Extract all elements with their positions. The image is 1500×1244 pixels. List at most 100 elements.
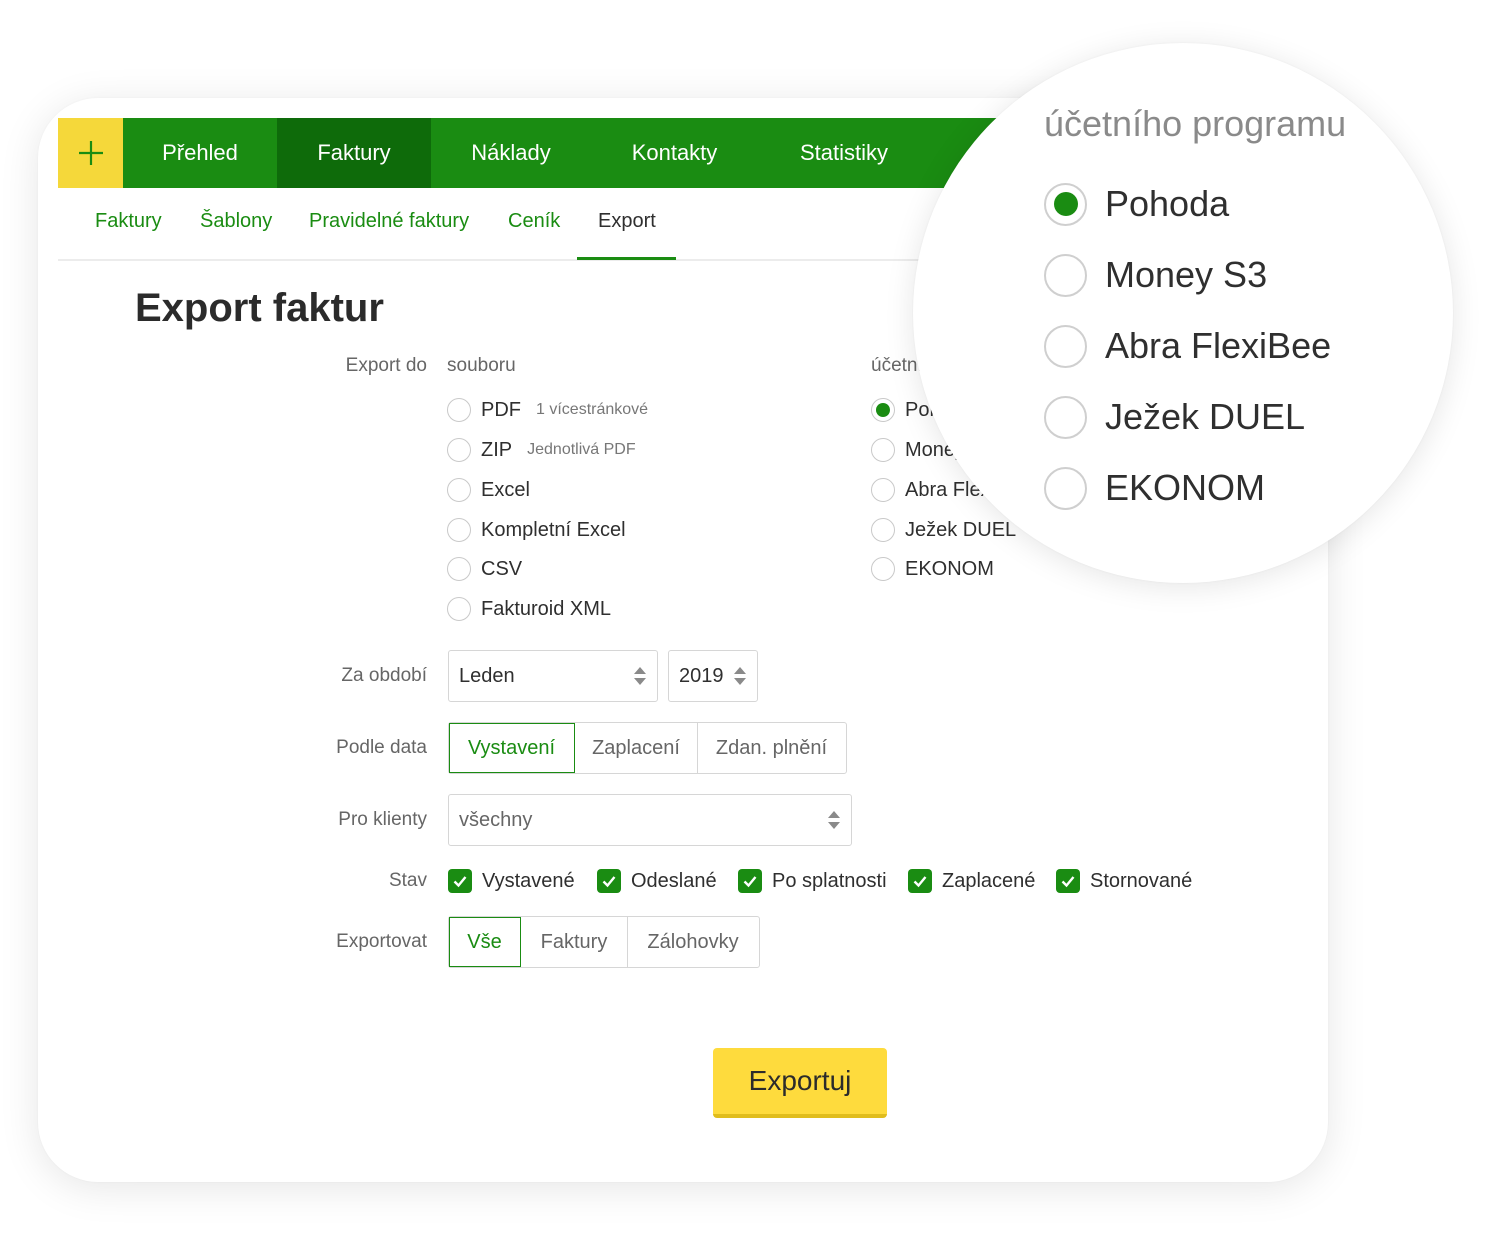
magnifier-heading: účetního programu bbox=[1044, 103, 1347, 144]
status-po-splatnosti[interactable]: Po splatnosti bbox=[738, 868, 887, 894]
magnifier-option-label: Pohoda bbox=[1105, 183, 1230, 224]
export-type-segmented: Vše Faktury Zálohovky bbox=[448, 916, 760, 968]
by-date-label: Podle data bbox=[336, 737, 427, 758]
select-arrows-icon bbox=[734, 667, 746, 685]
select-arrows-icon bbox=[634, 667, 646, 685]
clients-select[interactable]: všechny bbox=[448, 794, 852, 846]
file-option-zip[interactable]: ZIP Jednotlivá PDF bbox=[447, 437, 636, 463]
program-section-heading: účetního programu bbox=[871, 355, 921, 376]
status-vystavene[interactable]: Vystavené bbox=[448, 868, 575, 894]
status-zaplacene[interactable]: Zaplacené bbox=[908, 868, 1035, 894]
checkbox-odeslane[interactable] bbox=[597, 869, 621, 893]
magnifier-radio-pohoda[interactable] bbox=[1044, 182, 1087, 226]
nav-item-naklady[interactable]: Náklady bbox=[431, 118, 591, 188]
status-odeslane[interactable]: Odeslané bbox=[597, 868, 717, 894]
program-option-label: EKONOM bbox=[905, 557, 994, 580]
magnifier-option-abra-flexibee[interactable]: Abra FlexiBee bbox=[1044, 324, 1331, 368]
magnifier-radio-ekonom[interactable] bbox=[1044, 466, 1087, 510]
check-icon bbox=[453, 876, 467, 888]
file-option-kompletni-excel[interactable]: Kompletní Excel bbox=[447, 517, 626, 543]
program-option-ekonom[interactable]: EKONOM bbox=[871, 556, 994, 582]
subnav-faktury[interactable]: Faktury bbox=[95, 210, 162, 233]
nav-item-prehled[interactable]: Přehled bbox=[123, 118, 277, 188]
magnifier-option-label: Abra FlexiBee bbox=[1105, 325, 1332, 366]
magnifier-option-money-s3[interactable]: Money S3 bbox=[1044, 253, 1267, 297]
radio-jezek-duel[interactable] bbox=[871, 518, 895, 542]
by-date-zdan-plneni[interactable]: Zdan. plnění bbox=[698, 723, 845, 773]
file-option-label: PDF bbox=[481, 398, 521, 421]
select-arrows-icon bbox=[828, 811, 840, 829]
magnifier-radio-jezek-duel[interactable] bbox=[1044, 395, 1087, 439]
export-button[interactable]: Exportuj bbox=[713, 1048, 887, 1118]
radio-abra-flexibee[interactable] bbox=[871, 478, 895, 502]
magnifier-option-pohoda[interactable]: Pohoda bbox=[1044, 182, 1229, 226]
magnifier-option-label: Ježek DUEL bbox=[1105, 396, 1306, 437]
nav-item-statistiky[interactable]: Statistiky bbox=[758, 118, 930, 188]
magnifier-option-label: EKONOM bbox=[1105, 467, 1266, 508]
checkbox-stornovane[interactable] bbox=[1056, 869, 1080, 893]
subnav-pravidelne-faktury[interactable]: Pravidelné faktury bbox=[309, 210, 469, 233]
check-icon bbox=[1061, 876, 1075, 888]
export-to-label: Export do bbox=[345, 355, 427, 376]
month-select[interactable]: Leden bbox=[448, 650, 658, 702]
file-option-label: CSV bbox=[481, 557, 523, 580]
page-title: Export faktur bbox=[135, 286, 384, 330]
clients-select-value: všechny bbox=[459, 808, 533, 831]
radio-kompletni-excel[interactable] bbox=[447, 518, 471, 542]
export-type-vse[interactable]: Vše bbox=[449, 917, 521, 967]
export-type-zalohovky[interactable]: Zálohovky bbox=[628, 917, 758, 967]
year-select[interactable]: 2019 bbox=[668, 650, 758, 702]
file-option-label: Fakturoid XML bbox=[481, 597, 612, 620]
status-option-label: Vystavené bbox=[482, 869, 575, 892]
period-label: Za období bbox=[341, 665, 427, 686]
status-stornovane[interactable]: Stornované bbox=[1056, 868, 1192, 894]
radio-money-s3[interactable] bbox=[871, 438, 895, 462]
subnav-sablony[interactable]: Šablony bbox=[200, 210, 272, 233]
file-option-hint: 1 vícestránkové bbox=[536, 401, 649, 418]
by-date-zaplaceni[interactable]: Zaplacení bbox=[575, 723, 698, 773]
export-type-label: Exportovat bbox=[336, 931, 427, 952]
by-date-vystaveni[interactable]: Vystavení bbox=[449, 723, 575, 773]
by-date-segmented: Vystavení Zaplacení Zdan. plnění bbox=[448, 722, 847, 774]
radio-excel[interactable] bbox=[447, 478, 471, 502]
magnifier-option-label: Money S3 bbox=[1105, 254, 1268, 295]
subnav-cenik[interactable]: Ceník bbox=[508, 210, 560, 233]
file-option-csv[interactable]: CSV bbox=[447, 556, 522, 582]
check-icon bbox=[602, 876, 616, 888]
check-icon bbox=[913, 876, 927, 888]
status-option-label: Po splatnosti bbox=[772, 869, 887, 892]
status-label: Stav bbox=[388, 870, 427, 891]
file-option-label: ZIP bbox=[481, 438, 513, 461]
check-icon bbox=[743, 876, 757, 888]
status-option-label: Zaplacené bbox=[942, 869, 1036, 892]
subnav-active-indicator bbox=[577, 257, 676, 260]
export-type-faktury[interactable]: Faktury bbox=[521, 917, 628, 967]
radio-csv[interactable] bbox=[447, 557, 471, 581]
file-option-pdf[interactable]: PDF 1 vícestránkové bbox=[447, 397, 648, 423]
status-option-label: Odeslané bbox=[631, 869, 717, 892]
nav-item-faktury[interactable]: Faktury bbox=[277, 118, 431, 188]
file-section-heading: souboru bbox=[447, 355, 516, 376]
nav-item-kontakty[interactable]: Kontakty bbox=[591, 118, 758, 188]
magnifier-option-ekonom[interactable]: EKONOM bbox=[1044, 466, 1265, 510]
magnifier-radio-abra-flexibee[interactable] bbox=[1044, 324, 1087, 368]
radio-zip[interactable] bbox=[447, 438, 471, 462]
program-option-label: Ježek DUEL bbox=[905, 518, 1017, 541]
checkbox-vystavene[interactable] bbox=[448, 869, 472, 893]
program-option-jezek-duel[interactable]: Ježek DUEL bbox=[871, 517, 1016, 543]
add-button[interactable] bbox=[58, 118, 123, 188]
magnifier-option-jezek-duel[interactable]: Ježek DUEL bbox=[1044, 395, 1305, 439]
radio-pdf[interactable] bbox=[447, 398, 471, 422]
month-select-value: Leden bbox=[459, 664, 515, 687]
radio-pohoda[interactable] bbox=[871, 398, 895, 422]
file-option-hint: Jednotlivá PDF bbox=[527, 441, 636, 458]
subnav-export[interactable]: Export bbox=[598, 210, 656, 233]
radio-fakturoid-xml[interactable] bbox=[447, 597, 471, 621]
checkbox-po-splatnosti[interactable] bbox=[738, 869, 762, 893]
plus-icon bbox=[78, 141, 103, 165]
file-option-excel[interactable]: Excel bbox=[447, 477, 530, 503]
checkbox-zaplacene[interactable] bbox=[908, 869, 932, 893]
file-option-fakturoid-xml[interactable]: Fakturoid XML bbox=[447, 596, 611, 622]
magnifier-radio-money-s3[interactable] bbox=[1044, 253, 1087, 297]
radio-ekonom[interactable] bbox=[871, 557, 895, 581]
